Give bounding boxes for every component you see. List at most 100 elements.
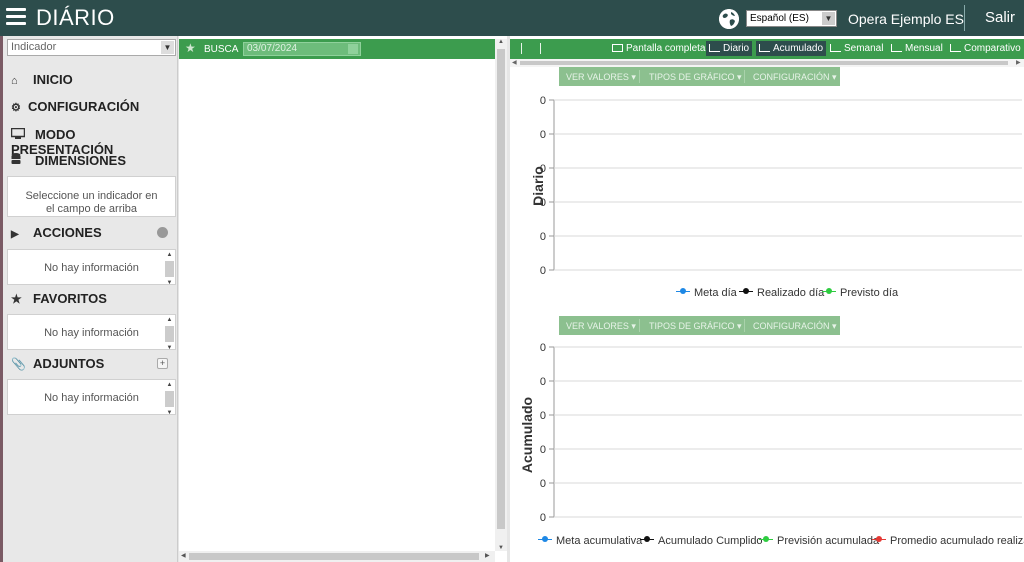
search-label: BUSCA — [204, 44, 239, 55]
dimensions-message-text: Seleccione un indicador en el campo de a… — [25, 190, 158, 215]
scroll-down-icon[interactable]: ▼ — [495, 545, 507, 551]
scroll-left-icon[interactable]: ◀ — [181, 551, 186, 562]
gear-icon: ⚙ — [11, 102, 21, 114]
user-name: Opera Ejemplo ES — [848, 11, 964, 27]
menu-label: TIPOS DE GRÁFICO — [649, 72, 735, 82]
sidebar-item-favoritos[interactable]: ★ FAVORITOS — [11, 291, 107, 306]
adjuntos-panel: No hay información ▲ ▼ — [7, 379, 176, 416]
scroll-thumb[interactable] — [189, 553, 479, 560]
star-icon[interactable]: ★ — [185, 41, 196, 55]
menu-label: VER VALORES — [566, 72, 629, 82]
legend-marker-icon — [759, 536, 773, 543]
menu-label: TIPOS DE GRÁFICO — [649, 321, 735, 331]
line-chart-icon — [709, 44, 720, 52]
empty-message: No hay información — [44, 392, 139, 404]
chart-menu: VER VALORES ▾ TIPOS DE GRÁFICO ▾ CONFIGU… — [559, 67, 840, 86]
y-tick-label: 0 — [540, 231, 546, 243]
chart-types-menu[interactable]: TIPOS DE GRÁFICO ▾ — [649, 72, 742, 83]
legend-item[interactable]: Realizado día — [739, 287, 824, 299]
sidebar-item-dimensiones[interactable]: DIMENSIONES — [11, 153, 126, 168]
y-tick-label: 0 — [540, 342, 546, 354]
favoritos-panel: No hay información ▲ ▼ — [7, 314, 176, 351]
button-label: Acumulado — [773, 43, 824, 54]
date-value: 03/07/2024 — [247, 43, 298, 54]
view-values-menu[interactable]: VER VALORES ▾ — [566, 321, 636, 332]
indicator-select[interactable]: Indicador ▼ — [7, 39, 176, 56]
sidebar-item-label: INICIO — [33, 72, 73, 87]
sidebar-item-configuracion[interactable]: ⚙ CONFIGURACIÓN — [11, 99, 139, 114]
chart-menu: VER VALORES ▾ TIPOS DE GRÁFICO ▾ CONFIGU… — [559, 316, 840, 335]
scroll-thumb[interactable] — [520, 61, 1008, 65]
add-attachment-button[interactable]: + — [157, 358, 168, 369]
legend-marker-icon — [640, 536, 654, 543]
horizontal-scrollbar[interactable]: ◀ ▶ — [510, 59, 1024, 67]
fullscreen-button[interactable]: Pantalla completa — [609, 41, 709, 56]
logout-button[interactable]: Salir — [985, 9, 1015, 26]
sidebar-item-label: ADJUNTOS — [33, 356, 105, 371]
play-icon: ▶ — [11, 229, 19, 240]
acciones-panel: No hay información ▲ ▼ — [7, 249, 176, 286]
monitor-icon — [10, 127, 27, 142]
page-title: DIÁRIO — [36, 5, 115, 30]
legend-item[interactable]: Previsto día — [822, 287, 898, 299]
menu-icon[interactable] — [6, 8, 26, 26]
menu-label: CONFIGURACIÓN — [753, 72, 830, 82]
view-values-menu[interactable]: VER VALORES ▾ — [566, 72, 636, 83]
language-select[interactable]: Español (ES) ▼ — [746, 10, 837, 27]
settings-toggle-button[interactable] — [157, 227, 168, 238]
scroll-right-icon[interactable]: ▶ — [485, 551, 490, 562]
horizontal-scrollbar[interactable]: ◀ ▶ — [179, 551, 495, 562]
calendar-icon[interactable] — [348, 44, 358, 54]
chart-types-menu[interactable]: TIPOS DE GRÁFICO ▾ — [649, 321, 742, 332]
daily-button[interactable]: Diario — [706, 41, 753, 56]
legend-marker-icon — [739, 288, 753, 295]
legend-marker-icon — [822, 288, 836, 295]
language-value: Español (ES) — [750, 13, 809, 24]
scrollbar[interactable]: ▲ ▼ — [165, 381, 174, 416]
scroll-right-icon[interactable]: ▶ — [1016, 59, 1021, 67]
sidebar-item-adjuntos[interactable]: 📎 ADJUNTOS — [11, 356, 104, 371]
y-tick-label: 0 — [540, 163, 546, 175]
button-label: Semanal — [844, 43, 884, 54]
legend-item[interactable]: Promedio acumulado realizado — [872, 535, 1024, 547]
bar-chart-icon — [950, 44, 961, 52]
legend-item[interactable]: Previsión acumulada — [759, 535, 879, 547]
y-tick-label: 0 — [540, 410, 546, 422]
legend-label: Meta acumulativa — [556, 535, 643, 547]
divider — [744, 319, 745, 332]
line-chart-icon — [759, 44, 770, 52]
legend-item[interactable]: Acumulado Cumplido — [640, 535, 763, 547]
scrollbar[interactable]: ▲ ▼ — [165, 251, 174, 286]
scroll-left-icon[interactable]: ◀ — [512, 59, 517, 67]
globe-icon — [719, 9, 739, 29]
sidebar-item-inicio[interactable]: ⌂ INICIO — [11, 72, 73, 87]
weekly-button[interactable]: Semanal — [827, 41, 886, 56]
legend-item[interactable]: Meta día — [676, 287, 737, 299]
comparative-button[interactable]: Comparativo — [947, 41, 1024, 56]
legend-marker-icon — [676, 288, 690, 295]
button-label: Diario — [723, 43, 750, 54]
divider — [964, 5, 965, 31]
empty-message: No hay información — [44, 262, 139, 274]
button-label: Mensual — [905, 43, 943, 54]
button-label: Comparativo — [964, 43, 1021, 54]
monthly-button[interactable]: Mensual — [888, 41, 946, 56]
y-tick-label: 0 — [540, 512, 546, 524]
scroll-up-icon[interactable]: ▲ — [495, 39, 507, 45]
date-field[interactable]: 03/07/2024 — [243, 42, 361, 56]
legend-marker-icon — [538, 536, 552, 543]
legend-label: Realizado día — [757, 287, 825, 299]
vertical-scrollbar[interactable]: ▲ ▼ — [495, 39, 507, 551]
configuration-menu[interactable]: CONFIGURACIÓN ▾ — [753, 321, 837, 332]
legend-item[interactable]: Meta acumulativa — [538, 535, 642, 547]
y-tick-label: 0 — [540, 129, 546, 141]
scroll-thumb[interactable] — [497, 49, 505, 529]
line-chart-icon — [830, 44, 841, 52]
configuration-menu[interactable]: CONFIGURACIÓN ▾ — [753, 72, 837, 83]
sidebar-item-label: ACCIONES — [33, 225, 102, 240]
scrollbar[interactable]: ▲ ▼ — [165, 316, 174, 351]
cumulative-button[interactable]: Acumulado — [756, 41, 827, 56]
menu-label: VER VALORES — [566, 321, 629, 331]
sidebar-item-acciones[interactable]: ▶ ACCIONES — [11, 225, 102, 240]
sidebar-item-label: DIMENSIONES — [35, 153, 127, 168]
